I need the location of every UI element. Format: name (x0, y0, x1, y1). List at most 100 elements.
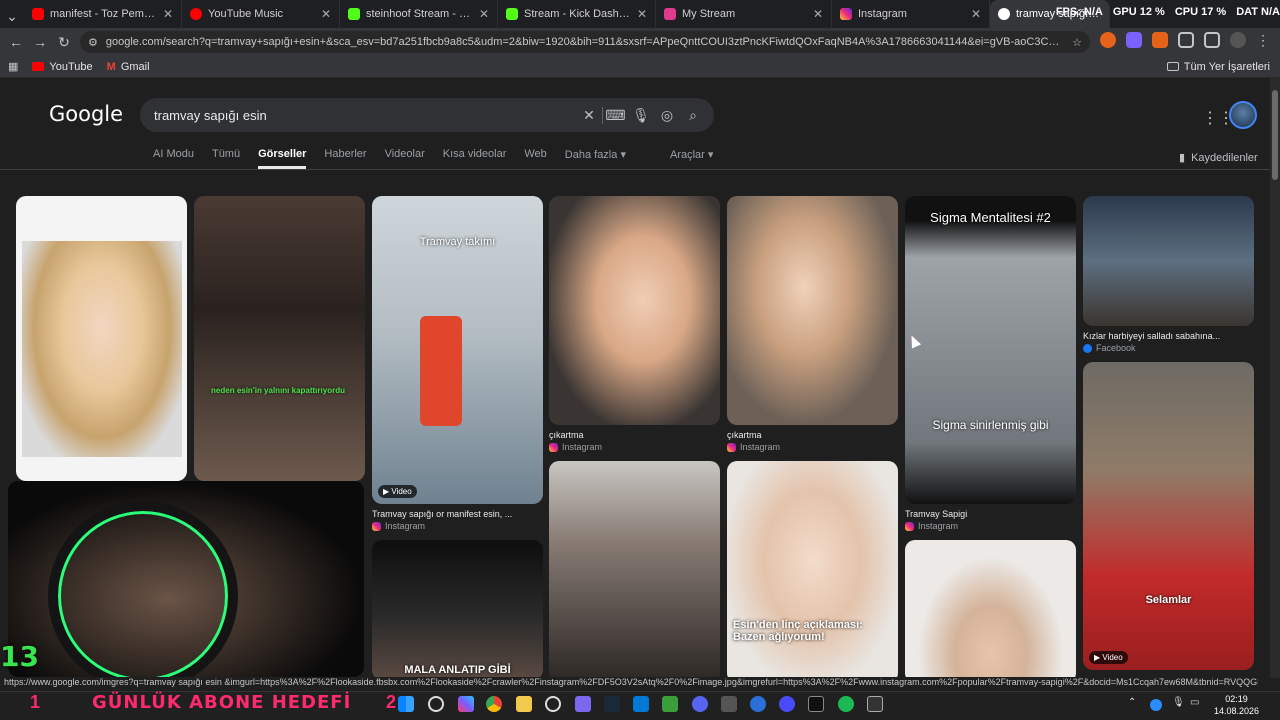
tab-kick-dashboard[interactable]: Stream - Kick Dashboard ✕ (498, 0, 656, 28)
spotify-icon[interactable] (838, 696, 854, 712)
image-result[interactable] (549, 461, 720, 678)
network-icon[interactable]: ▭ (1190, 697, 1199, 708)
image-result[interactable] (549, 196, 720, 425)
tab-kick-stream[interactable]: steinhoof Stream - Watch Live o ✕ (340, 0, 498, 28)
steam-icon[interactable] (604, 696, 620, 712)
app-icon[interactable] (721, 696, 737, 712)
file-explorer-icon[interactable] (516, 696, 532, 712)
result-caption[interactable]: çıkartma (549, 430, 720, 440)
microphone-icon[interactable]: 🎙 (628, 107, 654, 124)
all-bookmarks-folder[interactable]: Tüm Yer İşaretleri (1166, 61, 1270, 73)
cpu-readout: CPU 17 % (1174, 6, 1227, 18)
app-icon[interactable] (575, 696, 591, 712)
bookmark-label: Gmail (120, 60, 150, 73)
close-tab-icon[interactable]: ✕ (321, 7, 331, 21)
app-icon[interactable] (867, 696, 883, 712)
result-caption[interactable]: Tramvay Sapigi (905, 509, 1076, 519)
app-icon[interactable] (662, 696, 678, 712)
image-result[interactable] (905, 540, 1076, 678)
tab-short-videos[interactable]: Kısa videolar (443, 148, 507, 169)
close-tab-icon[interactable]: ✕ (971, 7, 981, 21)
goal-right-number: 2 (386, 692, 397, 712)
image-result[interactable]: Selamlar ▶ Video (1083, 362, 1254, 670)
obs-icon[interactable] (545, 696, 561, 712)
figure-shape (420, 316, 462, 426)
bookmark-youtube[interactable]: YouTube (32, 61, 93, 73)
result-source[interactable]: Instagram (372, 521, 425, 531)
google-logo[interactable]: Google (49, 102, 123, 126)
badge-label: Video (1102, 653, 1123, 662)
result-source[interactable]: Facebook (1083, 343, 1136, 353)
lens-icon[interactable]: ◎ (654, 107, 680, 124)
image-result[interactable]: neden esin'in yalnını kapattırıyordu (194, 196, 365, 481)
copilot-icon[interactable] (458, 696, 474, 712)
app-icon[interactable] (779, 696, 795, 712)
tray-chevron-icon[interactable]: ⌃ (1128, 697, 1136, 708)
profile-icon[interactable] (1230, 32, 1246, 48)
reload-icon[interactable]: ↻ (52, 30, 76, 54)
result-source[interactable]: Instagram (727, 442, 780, 452)
tab-search-icon[interactable]: ⌄ (0, 4, 24, 28)
keyboard-icon[interactable]: ⌨ (602, 106, 628, 124)
image-result[interactable] (727, 196, 898, 425)
clear-search-icon[interactable]: ✕ (576, 107, 602, 124)
forward-arrow-icon[interactable]: → (28, 30, 52, 54)
search-input[interactable]: tramvay sapığı esin (154, 108, 576, 123)
windows-start-icon[interactable] (398, 696, 414, 712)
image-result[interactable]: Esin'den linç açıklaması: Bazen ağlıyoru… (727, 461, 898, 678)
tab-all[interactable]: Tümü (212, 148, 240, 169)
store-icon[interactable] (633, 696, 649, 712)
tab-my-stream[interactable]: My Stream ✕ (656, 0, 832, 28)
tab-news[interactable]: Haberler (324, 148, 366, 169)
site-info-icon[interactable]: ⚙ (88, 36, 98, 49)
close-tab-icon[interactable]: ✕ (479, 7, 489, 21)
image-result[interactable] (1083, 196, 1254, 326)
tab-youtube-music[interactable]: YouTube Music ✕ (182, 0, 340, 28)
tools-button[interactable]: Araçlar ▾ (670, 148, 713, 161)
app-icon[interactable] (808, 696, 824, 712)
result-caption[interactable]: Tramvay sapığı or manifest esin, ... (372, 509, 543, 519)
image-result[interactable]: MALA ANLATIP GİBİ (372, 540, 543, 678)
extension-icon[interactable] (1152, 32, 1168, 48)
discord-icon[interactable] (692, 696, 708, 712)
result-source[interactable]: Instagram (905, 521, 958, 531)
address-bar[interactable]: ⚙ google.com/search?q=tramvay+sapığı+esi… (80, 31, 1090, 53)
search-box[interactable]: tramvay sapığı esin ✕ ⌨ 🎙 ◎ ⌕ (140, 98, 714, 132)
extension-icon[interactable] (1100, 32, 1116, 48)
url-text: google.com/search?q=tramvay+sapığı+esin+… (105, 36, 1065, 48)
image-result[interactable] (16, 196, 187, 481)
bookmark-star-icon[interactable]: ☆ (1072, 36, 1082, 49)
scrollbar-thumb[interactable] (1272, 90, 1278, 180)
tab-more[interactable]: Daha fazla ▾ (565, 148, 626, 169)
tray-app-icon[interactable] (1150, 699, 1162, 711)
tab-ai-mode[interactable]: AI Modu (153, 148, 194, 169)
extensions-puzzle-icon[interactable] (1178, 32, 1194, 48)
back-arrow-icon[interactable]: ← (4, 30, 28, 54)
tab-web[interactable]: Web (524, 148, 546, 169)
menu-dots-icon[interactable]: ⋮ (1256, 32, 1270, 49)
search-icon[interactable]: ⌕ (680, 107, 706, 124)
close-tab-icon[interactable]: ✕ (813, 7, 823, 21)
close-tab-icon[interactable]: ✕ (163, 7, 173, 21)
image-result[interactable]: Sigma Mentalitesi #2 Sigma sinirlenmiş g… (905, 196, 1076, 504)
saved-button[interactable]: ▮ Kaydedilenler (1179, 151, 1258, 165)
microphone-icon[interactable]: 🎙 (1172, 697, 1185, 708)
app-icon[interactable] (750, 696, 766, 712)
extension-icon[interactable] (1126, 32, 1142, 48)
media-controls-icon[interactable] (1204, 32, 1220, 48)
apps-grid-icon[interactable]: ▦ (8, 60, 18, 73)
tab-images[interactable]: Görseller (258, 148, 307, 169)
chrome-icon[interactable] (486, 696, 502, 712)
taskbar-clock[interactable]: 02:19 14.08.2026 (1214, 693, 1259, 717)
bookmark-gmail[interactable]: M Gmail (107, 61, 150, 73)
image-result[interactable]: Tramvay takımı ▶ Video (372, 196, 543, 504)
account-avatar[interactable] (1229, 101, 1257, 129)
result-caption[interactable]: Kızlar harbiyeyi salladı sabahına... (1083, 331, 1254, 341)
result-source[interactable]: Instagram (549, 442, 602, 452)
close-tab-icon[interactable]: ✕ (637, 7, 647, 21)
result-caption[interactable]: çıkartma (727, 430, 898, 440)
tab-instagram[interactable]: Instagram ✕ (832, 0, 990, 28)
tab-videos[interactable]: Videolar (385, 148, 425, 169)
search-icon[interactable] (428, 696, 444, 712)
tab-youtube-manifest[interactable]: manifest - Toz Pembe | Official M ✕ (24, 0, 182, 28)
